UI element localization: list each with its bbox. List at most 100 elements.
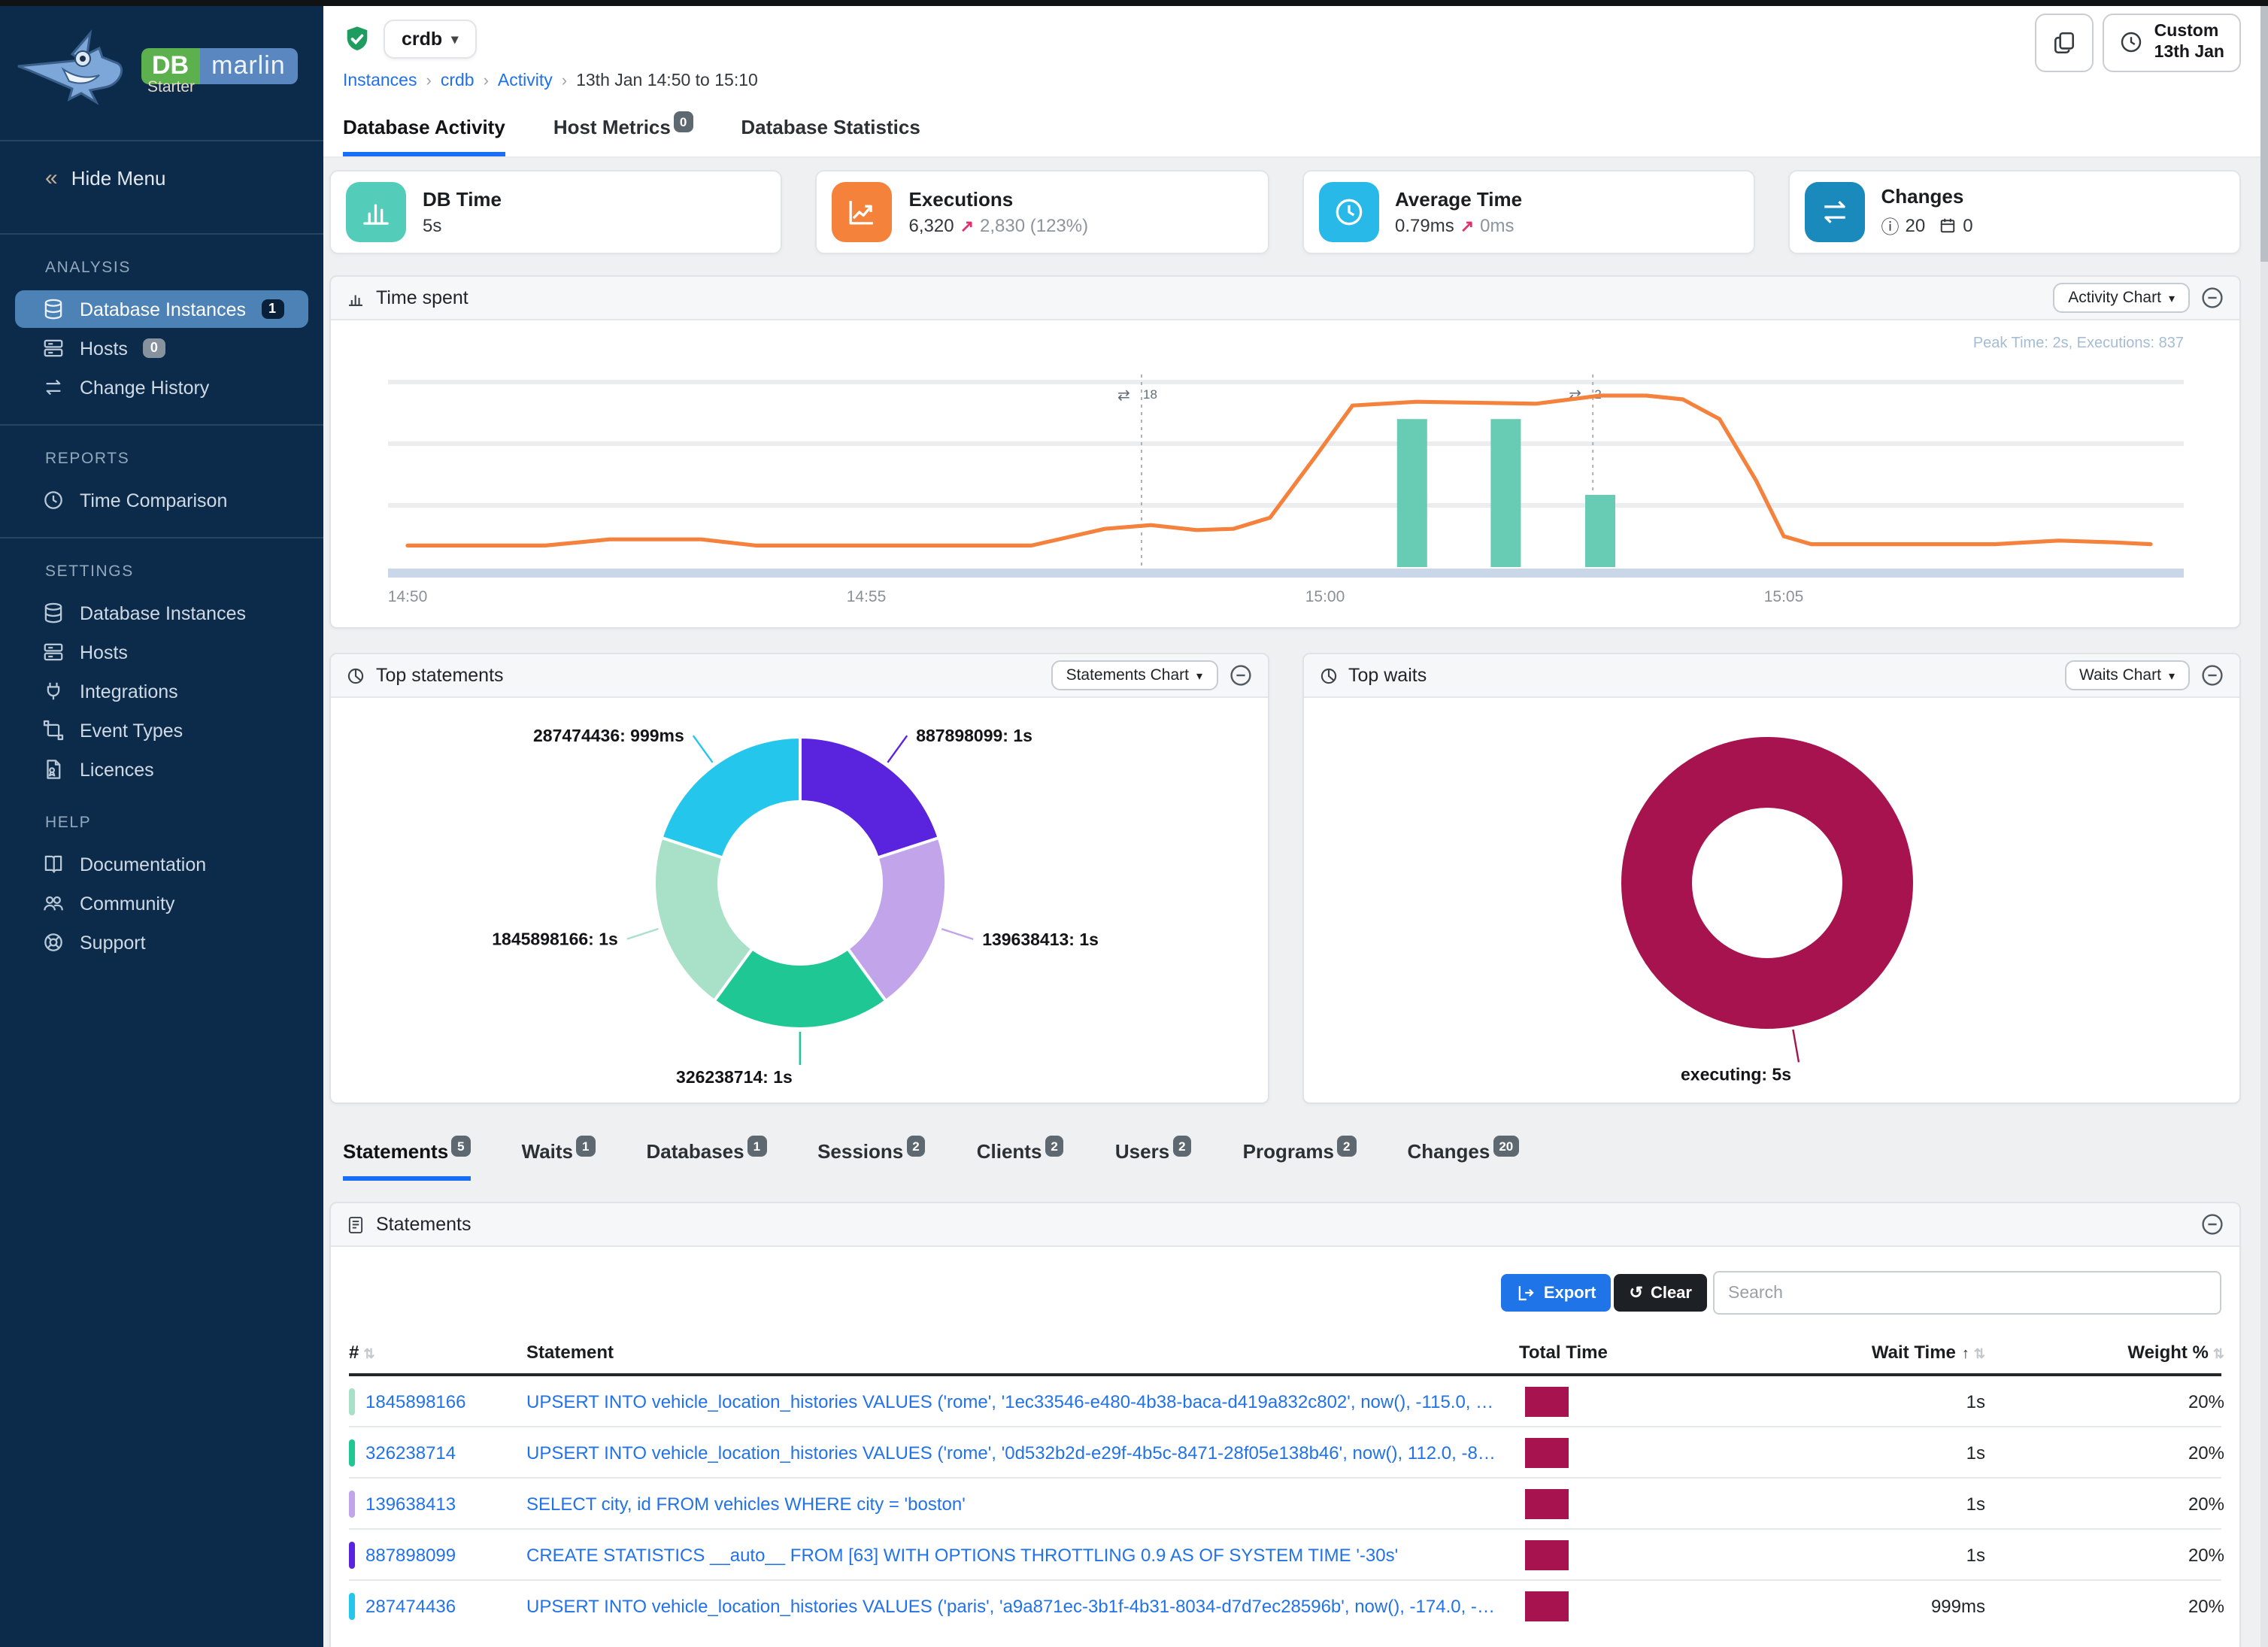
chevron-down-icon: ▾: [451, 31, 458, 47]
statement-id-link[interactable]: 326238714: [365, 1442, 477, 1463]
sidebar-item-event-types[interactable]: Event Types: [15, 711, 308, 749]
plug-icon: [42, 680, 65, 702]
chevron-down-icon: ▾: [2169, 291, 2175, 305]
donut-slice: [800, 737, 939, 858]
sidebar-item-community[interactable]: Community: [15, 884, 308, 922]
statement-sql-link[interactable]: SELECT city, id FROM vehicles WHERE city…: [526, 1493, 1519, 1514]
wait-time-value: 1s: [1699, 1391, 1985, 1412]
change-marker-icon: ⇄: [1569, 387, 1581, 404]
sidebar-item-integrations[interactable]: Integrations: [15, 672, 308, 710]
breadcrumb-item[interactable]: crdb: [441, 72, 475, 90]
breadcrumb-item[interactable]: Activity: [498, 72, 553, 90]
copy-icon: [2052, 30, 2078, 56]
sidebar-item-label: Database Instances: [80, 299, 246, 320]
time-range-button[interactable]: Custom 13th Jan: [2103, 14, 2241, 72]
hide-menu-button[interactable]: « Hide Menu: [0, 141, 323, 212]
tab-label: Database Statistics: [741, 116, 920, 138]
collapse-panel-icon[interactable]: [1228, 663, 1252, 687]
count-badge: 20: [1493, 1136, 1519, 1157]
detail-tab-users[interactable]: Users2: [1115, 1140, 1192, 1181]
donut-label: 287474436: 999ms: [533, 726, 684, 745]
activity-chart-select[interactable]: Activity Chart ▾: [2053, 283, 2190, 313]
detail-tab-waits[interactable]: Waits1: [522, 1140, 596, 1181]
statement-sql-link[interactable]: UPSERT INTO vehicle_location_histories V…: [526, 1391, 1519, 1412]
clock-icon: [2120, 31, 2144, 55]
collapse-panel-icon[interactable]: [2200, 286, 2224, 310]
col-total-time[interactable]: Total Time: [1519, 1342, 1699, 1363]
tab-database-statistics[interactable]: Database Statistics: [741, 116, 920, 156]
collapse-panel-icon[interactable]: [2200, 1212, 2224, 1236]
sidebar-section-title: SETTINGS: [0, 538, 323, 593]
instance-name: crdb: [402, 29, 442, 50]
statement-color-chip: [349, 1490, 355, 1517]
statement-sql-link[interactable]: UPSERT INTO vehicle_location_histories V…: [526, 1595, 1519, 1616]
statement-id-link[interactable]: 1845898166: [365, 1391, 487, 1412]
tab-host-metrics[interactable]: Host Metrics0: [553, 116, 693, 156]
calendar-icon: [1939, 217, 1957, 235]
metric-card-changes[interactable]: Changesⓘ200: [1788, 170, 2242, 254]
metric-card-db-time[interactable]: DB Time5s: [329, 170, 783, 254]
detail-tab-sessions[interactable]: Sessions2: [817, 1140, 926, 1181]
sidebar-item-support[interactable]: Support: [15, 924, 308, 961]
detail-tab-programs[interactable]: Programs2: [1243, 1140, 1357, 1181]
detail-tab-statements[interactable]: Statements5: [343, 1140, 471, 1181]
clear-button[interactable]: ↺ Clear: [1615, 1274, 1708, 1312]
line-chart-icon: [846, 196, 879, 229]
breadcrumb-item[interactable]: Instances: [343, 72, 417, 90]
copy-link-button[interactable]: [2036, 14, 2094, 72]
export-button[interactable]: Export: [1502, 1274, 1612, 1312]
collapse-panel-icon[interactable]: [2200, 663, 2224, 687]
wait-time-value: 1s: [1699, 1493, 1985, 1514]
col-wait-time[interactable]: Wait Time↑⇅: [1699, 1342, 1985, 1363]
metric-title: Executions: [909, 187, 1089, 211]
statement-id-link[interactable]: 887898099: [365, 1544, 477, 1565]
search-input[interactable]: [1713, 1271, 2221, 1315]
sidebar-item-documentation[interactable]: Documentation: [15, 845, 308, 883]
donut-label: 887898099: 1s: [916, 726, 1032, 745]
top-waits-panel: Top waits Waits Chart ▾ executing: 5s: [1302, 653, 2241, 1104]
col-weight[interactable]: Weight %⇅: [1985, 1342, 2224, 1363]
sidebar-item-time-comparison[interactable]: Time Comparison: [15, 481, 308, 519]
sidebar-item-hosts[interactable]: Hosts0: [15, 329, 308, 367]
sidebar-item-licences[interactable]: Licences: [15, 751, 308, 788]
sidebar-item-hosts[interactable]: Hosts: [15, 633, 308, 671]
peak-annotation: Peak Time: 2s, Executions: 837: [1973, 335, 2184, 351]
col-statement[interactable]: Statement: [526, 1342, 1519, 1363]
statement-id-link[interactable]: 287474436: [365, 1595, 477, 1616]
col-id[interactable]: #⇅: [349, 1342, 526, 1363]
scrollbar-thumb[interactable]: [2260, 6, 2268, 262]
statement-id-link[interactable]: 139638413: [365, 1493, 477, 1514]
tab-label: Users: [1115, 1140, 1169, 1163]
time-spent-chart[interactable]: ⇄18⇄214:5014:5515:0015:05Peak Time: 2s, …: [331, 320, 2239, 627]
sidebar-item-change-history[interactable]: Change History: [15, 369, 308, 406]
sidebar-item-label: Community: [80, 893, 174, 914]
tab-database-activity[interactable]: Database Activity: [343, 116, 505, 156]
statement-sql-link[interactable]: CREATE STATISTICS __auto__ FROM [63] WIT…: [526, 1544, 1519, 1565]
instance-selector[interactable]: crdb ▾: [384, 20, 476, 59]
metric-card-executions[interactable]: Executions6,320↗2,830 (123%): [816, 170, 1269, 254]
trend-up-icon: ↗: [960, 217, 974, 236]
sidebar-item-database-instances[interactable]: Database Instances: [15, 594, 308, 632]
sort-icon: ⇅: [1974, 1346, 1985, 1361]
executions-bar: [1490, 419, 1521, 567]
metric-card-average-time[interactable]: Average Time0.79ms↗0ms: [1302, 170, 1755, 254]
top-statements-panel: Top statements Statements Chart ▾ 887898…: [329, 653, 1269, 1104]
people-icon: [42, 892, 65, 914]
statements-donut-chart[interactable]: 887898099: 1s139638413: 1s326238714: 1s1…: [331, 698, 1267, 1103]
executions-bar: [1397, 419, 1427, 567]
tab-label: Databases: [647, 1140, 744, 1163]
detail-tab-clients[interactable]: Clients2: [977, 1140, 1064, 1181]
waits-donut-chart[interactable]: executing: 5s: [1303, 698, 2239, 1103]
statements-chart-select[interactable]: Statements Chart ▾: [1051, 660, 1217, 690]
detail-tab-changes[interactable]: Changes20: [1408, 1140, 1520, 1181]
scrollbar[interactable]: [2260, 6, 2268, 1647]
waits-chart-select[interactable]: Waits Chart ▾: [2064, 660, 2190, 690]
statement-sql-link[interactable]: UPSERT INTO vehicle_location_histories V…: [526, 1442, 1519, 1463]
detail-tab-databases[interactable]: Databases1: [647, 1140, 767, 1181]
sidebar-item-database-instances[interactable]: Database Instances1: [15, 290, 308, 328]
count-badge: 0: [674, 111, 693, 132]
statement-color-chip: [349, 1592, 355, 1619]
detail-tabs: Statements5 Waits1 Databases1 Sessions2 Clie…: [343, 1140, 2241, 1181]
brand-logo[interactable]: DB marlin Starter: [0, 6, 323, 119]
sidebar-item-label: Database Instances: [80, 602, 246, 623]
